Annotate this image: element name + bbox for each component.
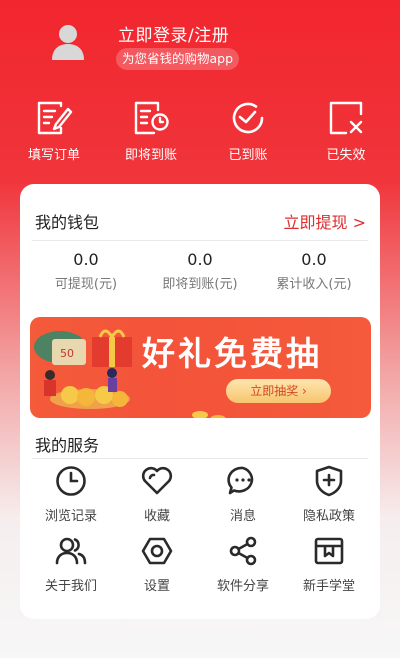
- order-invalid-button[interactable]: 已失效: [306, 100, 386, 163]
- service-share-app[interactable]: 软件分享: [200, 534, 286, 594]
- heart-icon: [141, 466, 173, 495]
- svg-text:50: 50: [60, 347, 74, 360]
- banner-title: 好礼免费抽: [142, 334, 322, 373]
- gift-illustration: 50: [34, 329, 132, 409]
- shield-plus-icon: [315, 465, 343, 497]
- wallet-services-card: 我的钱包 立即提现 > 0.0 可提现(元) 0.0 即将到账(元) 0.0 累…: [20, 184, 380, 619]
- service-label: 设置: [143, 579, 170, 594]
- service-privacy-policy[interactable]: 隐私政策: [286, 464, 372, 524]
- wallet-title: 我的钱包: [35, 213, 100, 232]
- service-label: 软件分享: [216, 579, 269, 594]
- pending-icon: [134, 101, 169, 135]
- coins-decoration: [192, 411, 226, 418]
- service-label: 浏览记录: [44, 509, 97, 524]
- service-messages[interactable]: 消息: [200, 464, 286, 524]
- stat-value: 0.0: [187, 250, 213, 269]
- divider: [32, 240, 368, 241]
- service-label: 收藏: [143, 509, 170, 524]
- service-settings[interactable]: 设置: [114, 534, 200, 594]
- profile-header[interactable]: 立即登录/注册 为您省钱的购物app: [0, 0, 400, 95]
- service-about-us[interactable]: 关于我们: [28, 534, 114, 594]
- services-grid: 浏览记录 收藏 消息 隐私政策 关于我们 设置 软件分享 新手学堂: [20, 464, 380, 614]
- check-circle-icon: [232, 102, 264, 134]
- stat-label: 累计收入(元): [276, 277, 352, 292]
- service-favorites[interactable]: 收藏: [114, 464, 200, 524]
- order-arrived-button[interactable]: 已到账: [208, 100, 288, 163]
- order-arrived-label: 已到账: [228, 148, 268, 163]
- order-pending-button[interactable]: 即将到账: [111, 100, 191, 163]
- stat-pending[interactable]: 0.0 即将到账(元): [140, 250, 260, 292]
- clock-icon: [56, 466, 86, 496]
- stat-total-income[interactable]: 0.0 累计收入(元): [254, 250, 374, 292]
- service-beginner-guide[interactable]: 新手学堂: [286, 534, 372, 594]
- order-status-row: 填写订单 即将到账 已到账 已失效: [0, 100, 400, 170]
- bookmark-icon: [314, 537, 344, 565]
- services-title: 我的服务: [35, 436, 100, 455]
- service-browse-history[interactable]: 浏览记录: [28, 464, 114, 524]
- stat-value: 0.0: [301, 250, 327, 269]
- settings-icon: [141, 537, 173, 565]
- stat-label: 可提现(元): [54, 277, 118, 292]
- order-invalid-label: 已失效: [326, 148, 366, 163]
- withdraw-link[interactable]: 立即提现 >: [284, 209, 367, 233]
- service-label: 隐私政策: [302, 509, 355, 524]
- edit-order-icon: [37, 101, 73, 135]
- users-icon: [55, 537, 87, 565]
- service-label: 关于我们: [44, 579, 97, 594]
- divider: [32, 458, 368, 459]
- stat-value: 0.0: [73, 250, 99, 269]
- message-icon: [227, 466, 254, 495]
- wallet-header: 我的钱包 立即提现 >: [20, 184, 380, 240]
- order-fill-label: 填写订单: [27, 148, 80, 163]
- avatar-icon: [52, 25, 84, 60]
- stat-withdrawable[interactable]: 0.0 可提现(元): [26, 250, 146, 292]
- stat-label: 即将到账(元): [162, 277, 238, 292]
- share-icon: [229, 536, 257, 566]
- service-label: 新手学堂: [302, 579, 355, 594]
- wallet-stats: 0.0 可提现(元) 0.0 即将到账(元) 0.0 累计收入(元): [20, 250, 380, 300]
- service-label: 消息: [229, 509, 256, 524]
- order-fill-button[interactable]: 填写订单: [14, 100, 94, 163]
- invalid-icon: [329, 101, 363, 135]
- tagline-badge: 为您省钱的购物app: [116, 48, 240, 70]
- order-pending-label: 即将到账: [124, 148, 177, 163]
- lottery-banner[interactable]: 50 好礼免费抽 立即抽奖 ›: [30, 317, 371, 418]
- login-register-link[interactable]: 立即登录/注册: [118, 21, 229, 46]
